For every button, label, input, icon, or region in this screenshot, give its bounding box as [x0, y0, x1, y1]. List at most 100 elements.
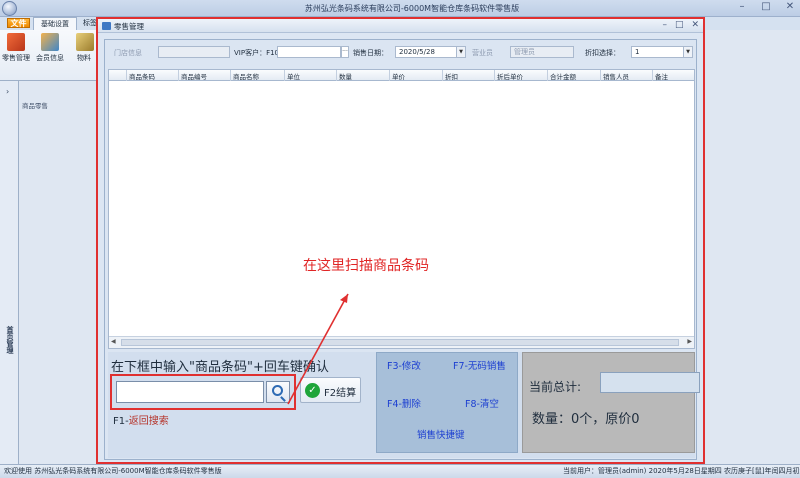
vip-label: VIP客户：F10: [234, 49, 280, 57]
left-panel-label[interactable]: 首页管理: [3, 326, 15, 354]
shortcut-delete[interactable]: F4-删除: [387, 396, 421, 410]
total-label: 当前总计:: [529, 380, 582, 394]
store-field[interactable]: [158, 46, 230, 58]
members-icon: [41, 33, 59, 51]
app-titlebar: 苏州弘光条码系统有限公司-6000M智能仓库条码软件零售版 – □ ✕: [0, 0, 800, 17]
col-divider: [600, 70, 601, 81]
scroll-thumb[interactable]: [121, 339, 679, 346]
col-code[interactable]: 商品编号: [181, 71, 207, 81]
grid-horizontal-scrollbar[interactable]: ◀ ▶: [109, 336, 694, 348]
retail-management-label: 零售管理: [2, 54, 30, 62]
sale-date-value: 2020/5/28: [399, 48, 435, 56]
retail-window-title: 零售管理: [114, 22, 144, 31]
ribbon: 零售管理 会员信息 物料 商品零售: [0, 30, 106, 110]
search-button[interactable]: [266, 381, 290, 403]
col-total[interactable]: 合计金额: [550, 71, 576, 81]
col-divider: [336, 70, 337, 81]
discount-select[interactable]: 1 ▼: [631, 46, 693, 58]
grid-header: 商品条码 商品编号 商品名称 单位 数量 单价 折扣 折后单价 合计金额 销售人…: [109, 70, 694, 81]
col-divider: [284, 70, 285, 81]
total-field: [600, 372, 700, 393]
chevron-down-icon[interactable]: ▼: [456, 47, 465, 57]
scroll-right-icon[interactable]: ▶: [687, 338, 692, 345]
col-discounted-price[interactable]: 折后单价: [497, 71, 523, 81]
col-divider: [178, 70, 179, 81]
file-tab[interactable]: 文件: [7, 18, 30, 28]
col-seller[interactable]: 销售人员: [603, 71, 629, 81]
col-divider: [547, 70, 548, 81]
scan-highlight-box: [110, 374, 296, 410]
scan-annotation: 在这里扫描商品条码: [303, 258, 429, 274]
return-search-link[interactable]: F1-返回搜索: [113, 412, 169, 427]
retail-window-controls: – □ ✕: [662, 20, 699, 30]
col-remark[interactable]: 备注: [655, 71, 668, 81]
retail-content: 门店信息 VIP客户：F10 ··· 销售日期： 2020/5/28 ▼ 营业员…: [104, 39, 700, 460]
search-icon: [272, 385, 283, 396]
checkout-panel: 在下框中输入"商品条码"+回车键确认 ✓ F2结算 F1-返回搜索 F3-修改 …: [108, 352, 700, 458]
col-divider: [126, 70, 127, 81]
scan-hint: 在下框中输入"商品条码"+回车键确认: [111, 360, 329, 375]
col-divider: [389, 70, 390, 81]
shortcut-nocode-sale[interactable]: F7-无码销售: [453, 358, 506, 372]
left-nav-panel: › 首页管理: [0, 81, 19, 464]
col-price[interactable]: 单价: [392, 71, 405, 81]
status-user-date: 当前用户：管理员(admin) 2020年5月28日星期四 农历庚子[鼠]年闰四…: [563, 467, 800, 475]
minimize-icon[interactable]: –: [736, 2, 748, 12]
retail-icon: [7, 33, 25, 51]
totals-panel: 当前总计: 数量：0个，原价0: [522, 352, 700, 453]
discount-label: 折扣选择：: [585, 49, 620, 57]
search-icon-handle: [280, 396, 286, 402]
shortcut-title: 销售快捷键: [417, 430, 465, 441]
discount-value: 1: [635, 48, 640, 56]
col-unit[interactable]: 单位: [287, 71, 300, 81]
shortcut-edit[interactable]: F3-修改: [387, 358, 421, 372]
count-summary: 数量：0个，原价0: [532, 412, 640, 427]
barcode-input[interactable]: [116, 381, 264, 403]
retail-management-button[interactable]: 零售管理: [2, 33, 30, 63]
col-barcode[interactable]: 商品条码: [129, 71, 155, 81]
material-icon: [76, 33, 94, 51]
vip-browse-button[interactable]: ···: [341, 46, 349, 58]
col-divider: [494, 70, 495, 81]
maximize-icon[interactable]: □: [760, 2, 772, 12]
member-info-button[interactable]: 会员信息: [36, 33, 64, 63]
shortcut-panel: F3-修改 F7-无码销售 F4-删除 F8-清空 销售快捷键: [376, 352, 518, 453]
window-controls: – □ ✕: [736, 2, 796, 12]
expand-arrow-icon[interactable]: ›: [6, 87, 9, 96]
return-label: 返回搜索: [128, 416, 169, 427]
window-icon: [102, 22, 111, 30]
sales-grid[interactable]: 商品条码 商品编号 商品名称 单位 数量 单价 折扣 折后单价 合计金额 销售人…: [108, 69, 695, 349]
material-label: 物料: [77, 54, 91, 62]
window-close-icon[interactable]: ✕: [691, 20, 699, 30]
col-divider: [652, 70, 653, 81]
col-qty[interactable]: 数量: [339, 71, 352, 81]
chevron-down-icon[interactable]: ▼: [683, 47, 692, 57]
tab-basic-settings[interactable]: 基础设置: [33, 17, 77, 30]
check-icon: ✓: [305, 383, 320, 398]
vip-field[interactable]: [277, 46, 341, 58]
sale-date-field[interactable]: 2020/5/28 ▼: [395, 46, 466, 58]
retail-window-titlebar: 零售管理 – □ ✕: [98, 19, 703, 33]
status-welcome: 欢迎使用 苏州弘光条码系统有限公司-6000M智能仓库条码软件零售版: [4, 467, 222, 475]
return-key: F1-: [113, 416, 129, 427]
scroll-left-icon[interactable]: ◀: [111, 338, 116, 345]
window-maximize-icon[interactable]: □: [675, 20, 684, 30]
retail-window: 零售管理 – □ ✕ 门店信息 VIP客户：F10 ··· 销售日期： 2020…: [96, 17, 705, 464]
app-menu-icon[interactable]: [2, 1, 17, 16]
filter-bar: 门店信息 VIP客户：F10 ··· 销售日期： 2020/5/28 ▼ 营业员…: [105, 40, 696, 64]
app-title: 苏州弘光条码系统有限公司-6000M智能仓库条码软件零售版: [304, 4, 520, 13]
status-bar: 欢迎使用 苏州弘光条码系统有限公司-6000M智能仓库条码软件零售版 当前用户：…: [0, 464, 800, 478]
col-name[interactable]: 商品名称: [233, 71, 259, 81]
member-info-label: 会员信息: [36, 54, 64, 62]
shortcut-clear[interactable]: F8-清空: [465, 396, 499, 410]
window-minimize-icon[interactable]: –: [662, 20, 667, 30]
close-icon[interactable]: ✕: [784, 2, 796, 12]
sale-date-label: 销售日期：: [353, 49, 388, 57]
checkout-label: F2结算: [324, 388, 357, 399]
checkout-button[interactable]: ✓ F2结算: [300, 377, 361, 403]
col-discount[interactable]: 折扣: [445, 71, 458, 81]
material-button[interactable]: 物料: [74, 33, 94, 63]
col-divider: [442, 70, 443, 81]
clerk-field[interactable]: 管理员: [510, 46, 574, 58]
store-label: 门店信息: [114, 49, 142, 57]
